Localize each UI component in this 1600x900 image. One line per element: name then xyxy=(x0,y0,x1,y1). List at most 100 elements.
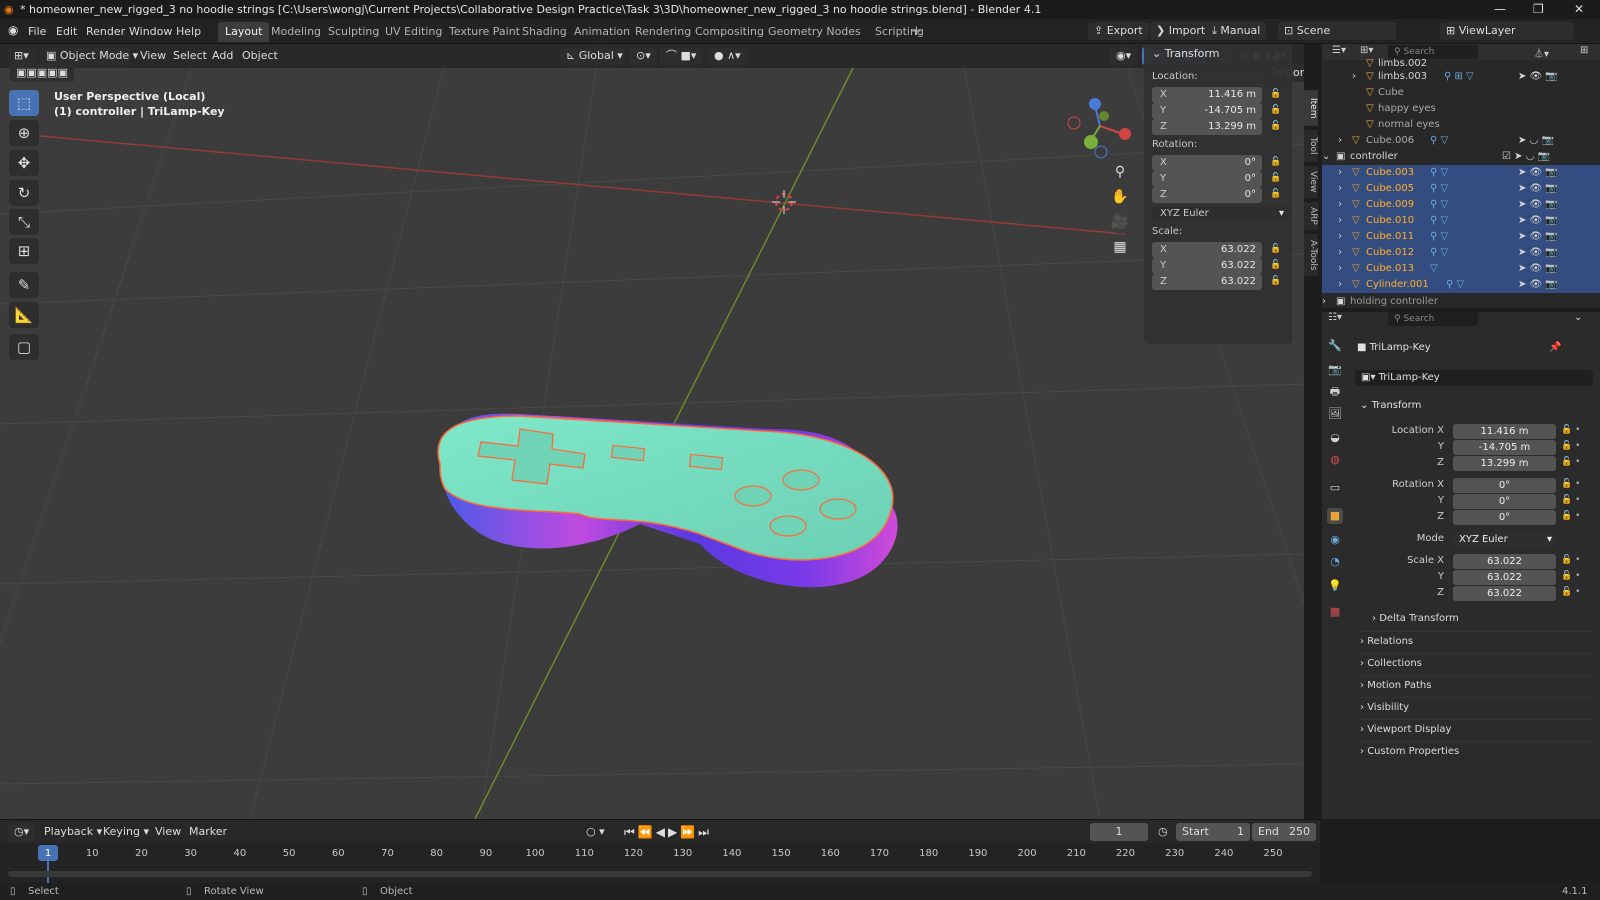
viewport-menu-view[interactable]: View xyxy=(140,47,166,65)
transform-orientation-selector[interactable]: ⊾ Global ▾ xyxy=(560,47,624,65)
preview-range-icon[interactable]: ◷ xyxy=(1158,823,1168,841)
lock-icon[interactable]: 🔓 • xyxy=(1561,571,1580,581)
list-item[interactable]: › ▽ Cube.012 ⚲ ▽ ➤ 👁 📷 xyxy=(1322,245,1600,261)
lock-icon[interactable]: 🔓 xyxy=(1270,121,1281,131)
lock-icon[interactable]: 🔓 • xyxy=(1561,587,1580,597)
scale-x-field[interactable]: X 63.022 xyxy=(1152,242,1262,258)
add-workspace-icon[interactable]: + xyxy=(904,22,929,42)
output-tab-icon[interactable]: 🖶 xyxy=(1327,384,1343,400)
tab-modeling[interactable]: Modeling xyxy=(264,22,328,42)
tab-layout[interactable]: Layout xyxy=(218,22,270,42)
tab-geometry-nodes[interactable]: Geometry Nodes xyxy=(761,22,868,42)
viewport-menu-object[interactable]: Object xyxy=(242,47,278,65)
rotation-mode-dropdown[interactable]: XYZ Euler ▾ xyxy=(1453,532,1556,547)
export-button[interactable]: ⇪ Export xyxy=(1088,22,1149,40)
physics-tab-icon[interactable]: ◔ xyxy=(1327,554,1343,570)
pin-icon[interactable]: 📌 xyxy=(1549,342,1561,353)
prop-location-z[interactable]: 13.299 m xyxy=(1453,456,1556,471)
move-tool-icon[interactable]: ✥ xyxy=(9,150,39,176)
tab-tool[interactable]: Tool xyxy=(1304,130,1318,162)
delta-transform-section[interactable]: › Delta Transform xyxy=(1372,609,1600,629)
rotation-x-field[interactable]: X 0° xyxy=(1152,155,1262,171)
tab-view[interactable]: View xyxy=(1304,166,1318,198)
object-tab-icon[interactable]: ■ xyxy=(1327,508,1343,524)
list-item[interactable]: › ▣ holding controller xyxy=(1322,294,1600,308)
playback-controls-icon[interactable]: ⏮⏪◀▶⏩⏭ xyxy=(624,823,712,841)
properties-editor-icon[interactable]: ☷▾ xyxy=(1328,312,1342,323)
menu-file[interactable]: File xyxy=(28,23,46,40)
rotate-tool-icon[interactable]: ↻ xyxy=(9,180,39,206)
rotation-mode-dropdown[interactable]: XYZ Euler ▾ xyxy=(1152,206,1290,222)
view-layer-tab-icon[interactable]: 🖼 xyxy=(1327,406,1343,422)
npanel-title[interactable]: ⌄ Transform xyxy=(1152,47,1219,60)
outliner-editor-icon[interactable]: ☰▾ xyxy=(1332,45,1346,56)
tab-animation[interactable]: Animation xyxy=(567,22,637,42)
scale-y-field[interactable]: Y 63.022 xyxy=(1152,258,1262,274)
scene-selector[interactable]: ⊡ Scene xyxy=(1278,22,1396,40)
tab-arp[interactable]: ARP xyxy=(1304,202,1318,230)
prop-rotation-y[interactable]: 0° xyxy=(1453,494,1556,509)
prop-location-y[interactable]: -14.705 m xyxy=(1453,440,1556,455)
select-mode-icons[interactable]: ▣▣▣▣▣ xyxy=(10,64,74,82)
lock-icon[interactable]: 🔓 xyxy=(1270,89,1281,99)
transform-section-header[interactable]: ⌄ Transform xyxy=(1360,400,1421,411)
custom-properties-section[interactable]: › Custom Properties xyxy=(1360,741,1596,761)
object-name-field[interactable]: ▣▾ TriLamp-Key xyxy=(1355,370,1593,386)
menu-render[interactable]: Render xyxy=(86,23,125,40)
tab-item[interactable]: Item xyxy=(1304,90,1318,126)
viewport-menu-add[interactable]: Add xyxy=(212,47,233,65)
end-frame-field[interactable]: End 250 xyxy=(1252,823,1316,841)
menu-playback[interactable]: Playback ▾ xyxy=(44,823,102,841)
current-frame-field[interactable]: 1 xyxy=(1090,823,1148,841)
prop-scale-z[interactable]: 63.022 xyxy=(1453,586,1556,601)
menu-edit[interactable]: Edit xyxy=(56,23,77,40)
list-item[interactable]: ▽ Cube xyxy=(1322,85,1600,101)
zoom-icon[interactable]: ⚲ xyxy=(1108,160,1132,184)
transform-tool-icon[interactable]: ⊞ xyxy=(9,238,39,264)
proportional-edit-icon[interactable]: ● ∧▾ xyxy=(708,47,747,65)
properties-search-input[interactable]: ⚲ Search xyxy=(1388,312,1478,326)
prop-rotation-z[interactable]: 0° xyxy=(1453,510,1556,525)
annotate-tool-icon[interactable]: ✎ xyxy=(9,272,39,298)
maximize-icon[interactable]: ❐ xyxy=(1533,0,1544,19)
menu-marker[interactable]: Marker xyxy=(189,823,227,841)
perspective-toggle-icon[interactable]: ▦ xyxy=(1108,235,1132,259)
lock-icon[interactable]: 🔓 xyxy=(1270,276,1281,286)
lock-icon[interactable]: 🔓 • xyxy=(1561,425,1580,435)
scale-z-field[interactable]: Z 63.022 xyxy=(1152,274,1262,290)
collections-section[interactable]: › Collections xyxy=(1360,653,1596,673)
list-item[interactable]: › ▽ Cube.011 ⚲ ▽ ➤ 👁 📷 xyxy=(1322,229,1600,245)
list-item[interactable]: ▽ happy eyes xyxy=(1322,101,1600,117)
list-item[interactable]: › ▽ Cube.013 ▽ ➤ 👁 📷 xyxy=(1322,261,1600,277)
world-tab-icon[interactable]: ◍ xyxy=(1327,452,1343,468)
list-item[interactable]: › ▽ Cube.010 ⚲ ▽ ➤ 👁 📷 xyxy=(1322,213,1600,229)
lock-icon[interactable]: 🔓 xyxy=(1270,189,1281,199)
collection-tab-icon[interactable]: ▭ xyxy=(1327,480,1343,496)
select-box-tool-icon[interactable]: ⬚ xyxy=(9,90,39,116)
cursor-tool-icon[interactable]: ⊕ xyxy=(9,120,39,146)
list-item[interactable]: › ▽ limbs.003 ⚲ ⊞ ▽ ➤ 👁 📷 xyxy=(1322,69,1600,85)
timeline-scrollbar[interactable] xyxy=(8,871,1312,877)
list-item[interactable]: ⌄ ▣ controller ☑ ➤ ◡ 📷 xyxy=(1322,149,1600,165)
3d-viewport[interactable]: ⊞▾ ▣ Object Mode ▾ View Select Add Objec… xyxy=(0,44,1304,819)
lock-icon[interactable]: 🔓 xyxy=(1270,105,1281,115)
tab-sculpting[interactable]: Sculpting xyxy=(321,22,386,42)
auto-keying-icon[interactable]: ○ ▾ xyxy=(586,823,605,841)
pivot-point-icon[interactable]: ⊙▾ xyxy=(630,47,657,65)
list-item[interactable]: › ▽ Cube.003 ⚲ ▽ ➤ 👁 📷 xyxy=(1322,165,1600,181)
tab-shading[interactable]: Shading xyxy=(515,22,574,42)
render-tab-icon[interactable]: 📷 xyxy=(1327,362,1343,378)
lock-icon[interactable]: 🔓 • xyxy=(1561,457,1580,467)
viewport-menu-select[interactable]: Select xyxy=(173,47,207,65)
relations-section[interactable]: › Relations xyxy=(1360,631,1596,651)
timeline[interactable]: 1 10 20 30 40 50 60 70 80 90 100 110 120 130 140 150 160… xyxy=(0,843,1320,883)
display-mode-icon[interactable]: ⊞▾ xyxy=(1360,45,1373,56)
prop-scale-x[interactable]: 63.022 xyxy=(1453,554,1556,569)
lock-icon[interactable]: 🔓 • xyxy=(1561,555,1580,565)
constraint-tab-icon[interactable]: 💡 xyxy=(1327,578,1343,594)
prop-location-x[interactable]: 11.416 m xyxy=(1453,424,1556,439)
menu-help[interactable]: Help xyxy=(176,23,201,40)
measure-tool-icon[interactable]: 📐 xyxy=(9,302,39,328)
motion-paths-section[interactable]: › Motion Paths xyxy=(1360,675,1596,695)
list-item[interactable]: › ▽ Cube.005 ⚲ ▽ ➤ 👁 📷 xyxy=(1322,181,1600,197)
